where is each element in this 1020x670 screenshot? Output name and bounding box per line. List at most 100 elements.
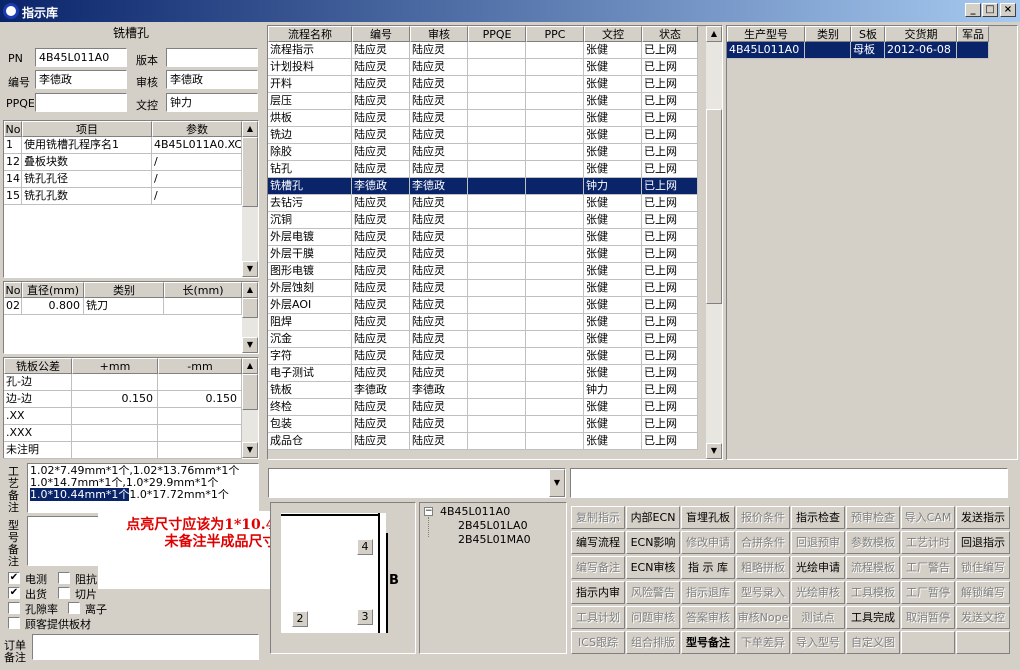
action-button[interactable]: 光绘申请 [791,556,845,579]
process-row[interactable]: 电子测试 陆应灵 陆应灵 张健 已上网 [268,365,698,382]
action-button[interactable]: 流程模板 [846,556,900,579]
action-button[interactable]: 问题审核 [626,606,680,629]
action-button[interactable]: 工具模板 [846,581,900,604]
action-button[interactable]: 组合排版 [626,631,680,654]
tree-collapse-icon[interactable]: − [424,507,433,516]
process-row[interactable]: 外层干膜 陆应灵 陆应灵 张健 已上网 [268,246,698,263]
process-row[interactable]: 开料 陆应灵 陆应灵 张健 已上网 [268,76,698,93]
checkbox-3[interactable] [58,587,70,599]
action-button[interactable]: 内部ECN [626,506,680,529]
process-row[interactable]: 成品仓 陆应灵 陆应灵 张健 已上网 [268,433,698,450]
action-button[interactable]: 指 示 库 [681,556,735,579]
tolerance-scrollbar[interactable]: ▲ ▼ [242,358,258,458]
scroll-up-arrow-icon[interactable]: ▲ [242,121,258,137]
scroll-down-arrow-icon[interactable]: ▼ [242,442,258,458]
process-row[interactable]: 铣板 李德政 李德政 钟力 已上网 [268,382,698,399]
checkbox-5[interactable] [68,602,80,614]
action-button[interactable]: 发送指示 [956,506,1010,529]
checkbox-2[interactable]: ✔ [8,587,20,599]
process-row[interactable]: 流程指示 陆应灵 陆应灵 张健 已上网 [268,42,698,59]
close-button[interactable]: × [1000,3,1016,17]
process-header-3[interactable]: PPQE [468,26,526,42]
dropdown-arrow-icon[interactable]: ▼ [549,469,565,497]
process-header-4[interactable]: PPC [526,26,584,42]
process-header-1[interactable]: 编号 [352,26,410,42]
process-row[interactable]: 图形电镀 陆应灵 陆应灵 张健 已上网 [268,263,698,280]
process-scrollbar[interactable]: ▲ ▼ [706,26,722,459]
action-button[interactable]: 型号录入 [736,581,790,604]
code-field[interactable]: 李德政 [35,70,127,89]
checkbox-0[interactable]: ✔ [8,572,20,584]
scroll-down-arrow-icon[interactable]: ▼ [242,337,258,353]
action-button[interactable]: 指示退库 [681,581,735,604]
param-row[interactable]: 1 使用铣槽孔程序名1 4B45L011A0.XCK [4,137,242,154]
action-button[interactable]: 工厂警告 [901,556,955,579]
action-button[interactable]: 审核Nope [736,606,790,629]
action-button[interactable]: 测试点 [791,606,845,629]
process-header-2[interactable]: 审核 [410,26,468,42]
tolerance-row[interactable]: 未注明 [4,442,242,459]
checkbox-6[interactable] [8,617,20,629]
action-button[interactable]: 复制指示 [571,506,625,529]
process-row[interactable]: 字符 陆应灵 陆应灵 张健 已上网 [268,348,698,365]
tolerance-row[interactable]: 孔-边 [4,374,242,391]
process-row[interactable]: 铣槽孔 李德政 李德政 钟力 已上网 [268,178,698,195]
process-row[interactable]: 外层AOI 陆应灵 陆应灵 张健 已上网 [268,297,698,314]
model-header-0[interactable]: 生产型号 [727,26,805,42]
tolerance-row[interactable]: .XX [4,408,242,425]
marker-2[interactable]: 2 [292,611,308,627]
pn-field[interactable]: 4B45L011A0 [35,48,127,67]
tree-root[interactable]: 4B45L011A0 [440,505,510,518]
model-row[interactable]: 4B45L011A0 母板 2012-06-08 [727,42,989,59]
process-header-5[interactable]: 文控 [584,26,642,42]
scroll-up-arrow-icon[interactable]: ▲ [242,358,258,374]
action-button[interactable]: 修改申请 [681,531,735,554]
action-button[interactable]: 风险警告 [626,581,680,604]
scroll-thumb[interactable] [242,137,258,207]
process-row[interactable]: 外层电镀 陆应灵 陆应灵 张健 已上网 [268,229,698,246]
model-header-4[interactable]: 军品 [957,26,989,42]
version-field[interactable] [166,48,258,67]
process-row[interactable]: 层压 陆应灵 陆应灵 张健 已上网 [268,93,698,110]
action-button[interactable]: 编写流程 [571,531,625,554]
tree-child[interactable]: 2B45L01MA0 [458,533,531,546]
maximize-button[interactable]: □ [982,3,998,17]
action-button[interactable]: 回退预审 [791,531,845,554]
process-row[interactable]: 外层蚀刻 陆应灵 陆应灵 张健 已上网 [268,280,698,297]
param-row[interactable]: 14 铣孔孔径 / [4,171,242,188]
action-button[interactable]: ECN审核 [626,556,680,579]
tolerance-row[interactable]: .XXX [4,425,242,442]
tolerance-row[interactable]: 边-边 0.150 0.150 [4,391,242,408]
model-header-3[interactable]: 交货期 [885,26,957,42]
action-button[interactable]: 粗略拼板 [736,556,790,579]
params-scrollbar[interactable]: ▲ ▼ [242,121,258,277]
checkbox-4[interactable] [8,602,20,614]
action-button[interactable]: 盲埋孔板 [681,506,735,529]
action-button[interactable]: 取消暂停 [901,606,955,629]
minimize-button[interactable]: _ [965,3,981,17]
action-button[interactable]: 合拼条件 [736,531,790,554]
action-button[interactable]: 工艺计时 [901,531,955,554]
scroll-up-arrow-icon[interactable]: ▲ [242,282,258,298]
action-button[interactable]: 解锁编写 [956,581,1010,604]
process-remark-text[interactable]: 1.02*7.49mm*1个,1.02*13.76mm*1个 1.0*14.7m… [27,463,259,513]
action-button[interactable]: 下单差异 [736,631,790,654]
process-row[interactable]: 阻焊 陆应灵 陆应灵 张健 已上网 [268,314,698,331]
marker-3[interactable]: 3 [357,609,373,625]
process-row[interactable]: 钻孔 陆应灵 陆应灵 张健 已上网 [268,161,698,178]
marker-4[interactable]: 4 [357,539,373,555]
action-button[interactable]: 指示内审 [571,581,625,604]
remark-selected-line[interactable]: 1.0*10.44mm*1个 [30,488,130,501]
review-field[interactable]: 李德政 [166,70,258,89]
checkbox-1[interactable] [58,572,70,584]
action-button[interactable]: 工具完成 [846,606,900,629]
param-row[interactable]: 15 铣孔孔数 / [4,188,242,205]
action-button[interactable]: 工厂暂停 [901,581,955,604]
action-button[interactable]: 工具计划 [571,606,625,629]
tool-row[interactable]: 02 0.800 铣刀 [4,298,242,315]
scroll-thumb[interactable] [242,298,258,318]
action-button[interactable]: ICS跟踪 [571,631,625,654]
process-row[interactable]: 烘板 陆应灵 陆应灵 张健 已上网 [268,110,698,127]
process-row[interactable]: 除胶 陆应灵 陆应灵 张健 已上网 [268,144,698,161]
doc-control-field[interactable]: 钟力 [166,93,258,112]
